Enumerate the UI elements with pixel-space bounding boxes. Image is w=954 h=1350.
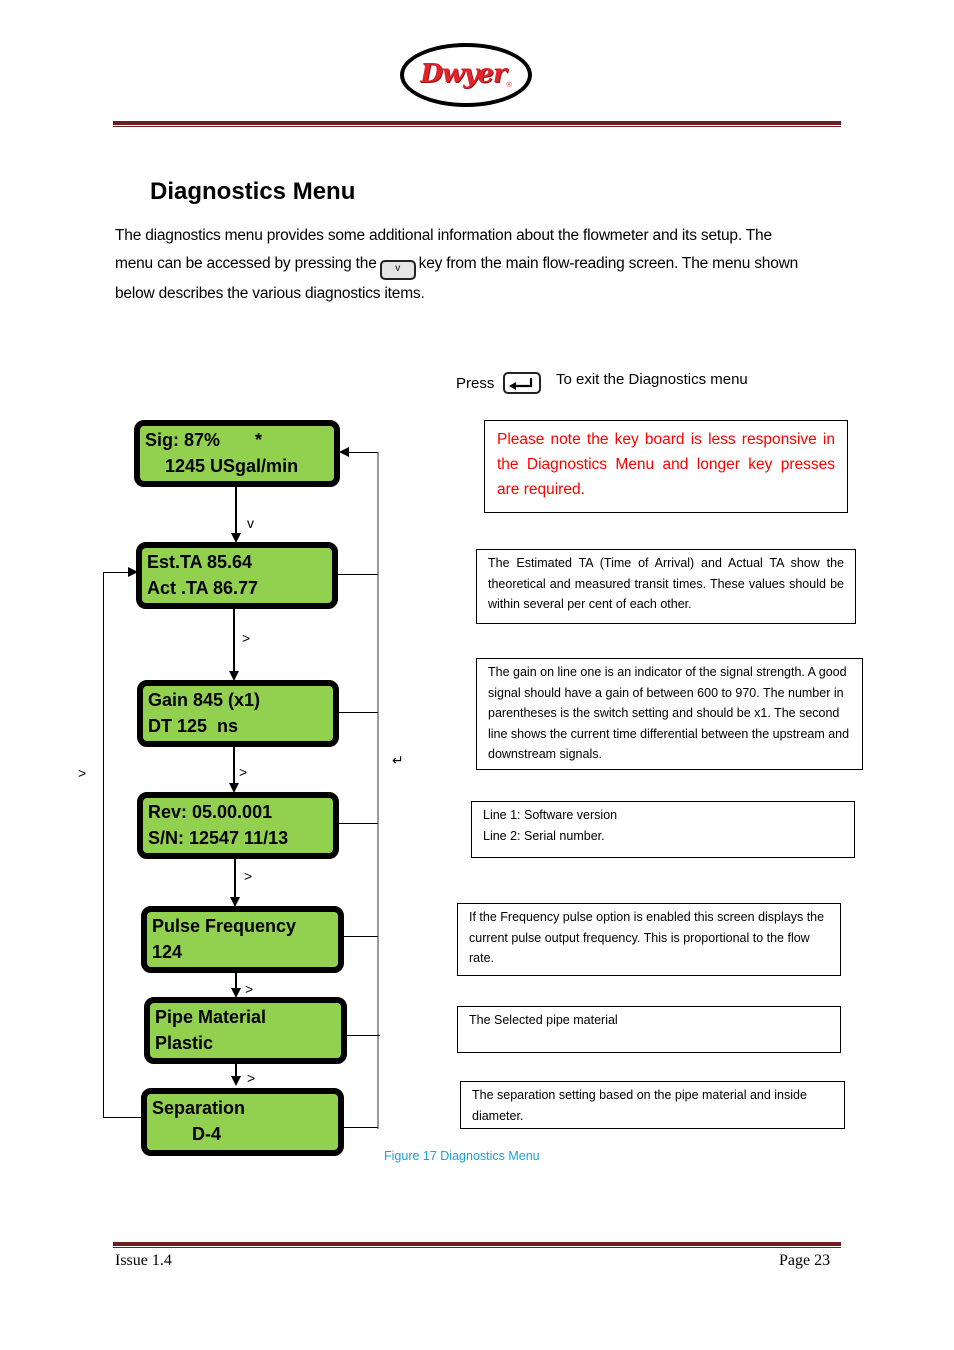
- connector-line: [234, 857, 236, 899]
- intro-line-1: The diagnostics menu provides some addit…: [115, 227, 772, 244]
- connector-line: [235, 485, 237, 535]
- description-gain: The gain on line one is an indicator of …: [476, 658, 863, 770]
- lcd-line-1: Rev: 05.00.001: [148, 802, 273, 822]
- page-number: Page 23: [779, 1252, 831, 1269]
- dwyer-logo: Dwyer ®: [400, 43, 532, 107]
- footer-rule: [113, 1242, 841, 1246]
- next-key-label: >: [247, 1070, 256, 1086]
- lcd-line-1: Sig: 87% *: [145, 430, 263, 450]
- return-key-label: ↵: [392, 752, 404, 768]
- lcd-line-1: Est.TA 85.64: [147, 552, 253, 572]
- lcd-screen-transit-time: Est.TA 85.64 Act .TA 86.77: [136, 542, 338, 609]
- registered-mark: ®: [506, 82, 512, 89]
- lcd-line-2: 1245 USgal/min: [145, 456, 299, 476]
- description-transit-time: The Estimated TA (Time of Arrival) and A…: [476, 549, 856, 624]
- logo-text: Dwyer: [420, 59, 506, 89]
- return-branch: [336, 574, 378, 575]
- wrap-bus-line: [103, 572, 104, 1118]
- lcd-line-1: Pipe Material: [155, 1007, 267, 1027]
- intro-text-after-key: key from the main flow-reading screen. T…: [418, 255, 799, 272]
- return-branch: [342, 936, 378, 937]
- description-revision: Line 1: Software version Line 2: Serial …: [471, 801, 855, 858]
- lcd-line-2: 124: [152, 942, 183, 962]
- exit-instructions: To exit the Diagnostics menu: [556, 371, 748, 388]
- next-key-label: >: [245, 981, 254, 997]
- lcd-screen-revision: Rev: 05.00.001 S/N: 12547 11/13: [137, 792, 339, 859]
- lcd-screen-signal: Sig: 87% * 1245 USgal/min: [134, 420, 340, 487]
- next-key-label: >: [242, 630, 251, 646]
- issue-number: Issue 1.4: [115, 1252, 172, 1269]
- intro-line-3: below describes the various diagnostics …: [115, 285, 425, 302]
- description-pulse-frequency: If the Frequency pulse option is enabled…: [457, 903, 841, 976]
- lcd-screen-pipe-material: Pipe Material Plastic: [144, 997, 347, 1064]
- return-branch: [346, 1035, 380, 1036]
- description-separation: The separation setting based on the pipe…: [460, 1081, 845, 1129]
- lcd-line-2: Plastic: [155, 1033, 214, 1053]
- connector-line: [233, 745, 235, 785]
- lcd-screen-gain: Gain 845 (x1) DT 125 ns: [137, 680, 339, 747]
- footer-rule-thin: [113, 1247, 841, 1248]
- press-label: Press: [456, 375, 495, 392]
- lcd-line-2: D-4: [152, 1124, 222, 1144]
- return-branch: [338, 712, 378, 713]
- lcd-line-2: DT 125 ns: [148, 716, 239, 736]
- connector-line: [235, 970, 237, 990]
- lcd-screen-separation: Separation D-4: [141, 1088, 344, 1156]
- intro-paragraph: The diagnostics menu provides some addit…: [115, 222, 843, 308]
- section-title: Diagnostics Menu: [150, 178, 356, 205]
- header-rule-thin: [113, 126, 841, 127]
- wrap-line-top: [103, 572, 131, 573]
- description-pipe-material: The Selected pipe material: [457, 1006, 841, 1053]
- lcd-line-1: Separation: [152, 1098, 246, 1118]
- wrap-key-label: >: [78, 765, 87, 781]
- lcd-line-2: Act .TA 86.77: [147, 578, 259, 598]
- next-key-label: >: [244, 868, 253, 884]
- keyboard-note: Please note the key board is less respon…: [484, 420, 848, 513]
- figure-caption: Figure 17 Diagnostics Menu: [384, 1149, 540, 1163]
- lcd-line-2: S/N: 12547 11/13: [148, 828, 289, 848]
- arrow-down-icon: [231, 1076, 241, 1086]
- wrap-line-bottom: [103, 1117, 143, 1118]
- intro-line-2: menu can be accessed by pressing the v key…: [115, 250, 843, 280]
- return-bus-line: [377, 452, 379, 1129]
- return-branch: [338, 823, 378, 824]
- lcd-line-1: Gain 845 (x1): [148, 690, 261, 710]
- connector-line: [233, 607, 235, 673]
- arrow-left-icon: [339, 447, 349, 457]
- intro-text-before-key: menu can be accessed by pressing the: [115, 255, 377, 272]
- return-line-top: [348, 452, 378, 453]
- lcd-line-1: Pulse Frequency: [152, 916, 297, 936]
- down-key-label: v: [247, 515, 254, 531]
- enter-key-icon: [503, 372, 541, 394]
- down-key-icon: v: [379, 260, 416, 280]
- return-branch: [342, 1127, 378, 1128]
- header-rule: [113, 121, 841, 125]
- connector-line: [235, 1063, 237, 1077]
- next-key-label: >: [239, 764, 248, 780]
- lcd-screen-pulse-frequency: Pulse Frequency 124: [141, 906, 344, 973]
